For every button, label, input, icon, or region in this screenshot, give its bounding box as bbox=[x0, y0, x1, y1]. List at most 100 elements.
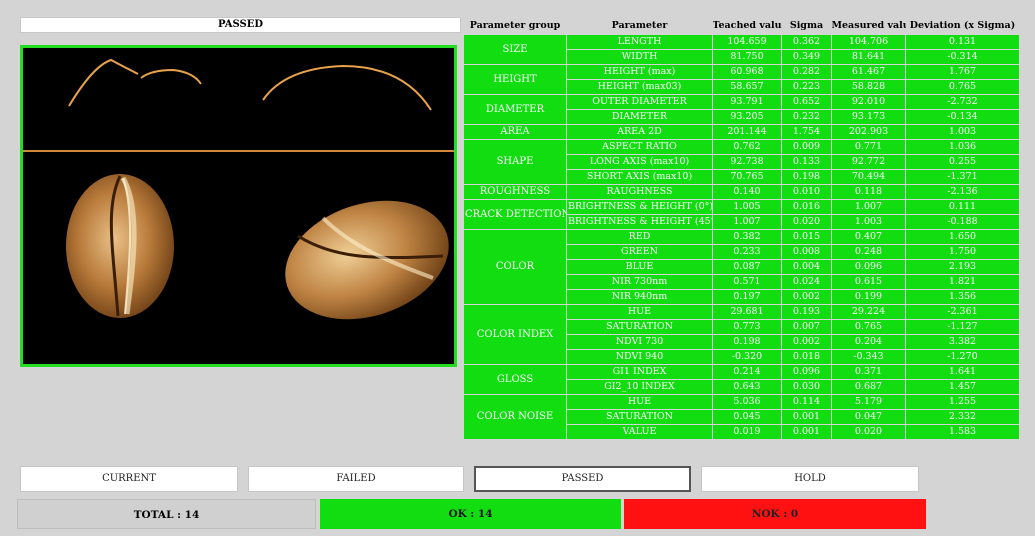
deviation-cell: 1.036 bbox=[905, 138, 1020, 155]
measured-cell: 0.371 bbox=[831, 363, 906, 380]
measured-cell: 81.641 bbox=[831, 48, 906, 65]
sigma-cell: 0.114 bbox=[781, 393, 832, 410]
param-cell: DIAMETER bbox=[566, 108, 713, 125]
measured-cell: 0.771 bbox=[831, 138, 906, 155]
measured-cell: 29.224 bbox=[831, 303, 906, 320]
measured-cell: 93.173 bbox=[831, 108, 906, 125]
sigma-cell: 0.282 bbox=[781, 63, 832, 80]
height-profile-view bbox=[23, 58, 454, 152]
measured-cell: 0.407 bbox=[831, 228, 906, 245]
inspection-image-panel bbox=[20, 45, 457, 367]
teached-cell: 81.750 bbox=[712, 48, 782, 65]
column-header: Parameter bbox=[566, 17, 713, 34]
teached-cell: 58.657 bbox=[712, 78, 782, 95]
parameter-group-cell: DIAMETER bbox=[463, 93, 567, 125]
teached-cell: 5.036 bbox=[712, 393, 782, 410]
measured-cell: 92.772 bbox=[831, 153, 906, 170]
measured-cell: 0.204 bbox=[831, 333, 906, 350]
sigma-cell: 0.010 bbox=[781, 183, 832, 200]
measured-cell: 1.007 bbox=[831, 198, 906, 215]
parameter-group-cell: SHAPE bbox=[463, 138, 567, 185]
parameter-group-cell: COLOR NOISE bbox=[463, 393, 567, 440]
sigma-cell: 0.652 bbox=[781, 93, 832, 110]
parameter-group-cell: ROUGHNESS bbox=[463, 183, 567, 200]
deviation-cell: -0.314 bbox=[905, 48, 1020, 65]
parameter-group-cell: COLOR INDEX bbox=[463, 303, 567, 365]
sigma-cell: 0.001 bbox=[781, 423, 832, 440]
param-cell: BLUE bbox=[566, 258, 713, 275]
measured-cell: -0.343 bbox=[831, 348, 906, 365]
sigma-cell: 0.009 bbox=[781, 138, 832, 155]
deviation-cell: -0.188 bbox=[905, 213, 1020, 230]
measured-cell: 70.494 bbox=[831, 168, 906, 185]
param-cell: HUE bbox=[566, 393, 713, 410]
deviation-cell: -1.270 bbox=[905, 348, 1020, 365]
bean-top-view bbox=[66, 174, 174, 318]
sigma-cell: 0.193 bbox=[781, 303, 832, 320]
deviation-cell: 3.382 bbox=[905, 333, 1020, 350]
param-cell: RED bbox=[566, 228, 713, 245]
deviation-cell: -1.127 bbox=[905, 318, 1020, 335]
deviation-cell: 0.765 bbox=[905, 78, 1020, 95]
teached-cell: 0.198 bbox=[712, 333, 782, 350]
param-cell: HEIGHT (max) bbox=[566, 63, 713, 80]
parameter-group-cell: SIZE bbox=[463, 33, 567, 65]
column-header: Measured value bbox=[831, 17, 906, 34]
table-row: ROUGHNESS RAUGHNESS 0.140 0.010 0.118 -2.136 bbox=[463, 183, 1020, 200]
deviation-cell: 1.457 bbox=[905, 378, 1020, 395]
sigma-cell: 0.030 bbox=[781, 378, 832, 395]
teached-cell: 0.773 bbox=[712, 318, 782, 335]
deviation-cell: -0.134 bbox=[905, 108, 1020, 125]
measured-cell: 0.687 bbox=[831, 378, 906, 395]
param-cell: HEIGHT (max03) bbox=[566, 78, 713, 95]
filter-passed-button[interactable]: PASSED bbox=[474, 466, 691, 492]
teached-cell: 29.681 bbox=[712, 303, 782, 320]
filter-current-button[interactable]: CURRENT bbox=[20, 466, 238, 492]
deviation-cell: -2.136 bbox=[905, 183, 1020, 200]
measured-cell: 61.467 bbox=[831, 63, 906, 80]
teached-cell: 93.791 bbox=[712, 93, 782, 110]
teached-cell: 0.762 bbox=[712, 138, 782, 155]
teached-cell: 0.045 bbox=[712, 408, 782, 425]
parameter-group-cell: CRACK DETECTION bbox=[463, 198, 567, 230]
param-cell: OUTER DIAMETER bbox=[566, 93, 713, 110]
param-cell: NDVI 730 bbox=[566, 333, 713, 350]
deviation-cell: -2.361 bbox=[905, 303, 1020, 320]
teached-cell: 60.968 bbox=[712, 63, 782, 80]
table-row: SIZE LENGTH 104.659 0.362 104.706 0.131 bbox=[463, 33, 1020, 65]
sigma-cell: 0.349 bbox=[781, 48, 832, 65]
parameter-table: Parameter group Parameter Teached value … bbox=[463, 17, 1020, 440]
sigma-cell: 0.002 bbox=[781, 288, 832, 305]
total-count: TOTAL : 14 bbox=[17, 499, 316, 529]
deviation-cell: 0.111 bbox=[905, 198, 1020, 215]
sigma-cell: 0.133 bbox=[781, 153, 832, 170]
sigma-cell: 0.198 bbox=[781, 168, 832, 185]
teached-cell: 0.233 bbox=[712, 243, 782, 260]
sigma-cell: 0.223 bbox=[781, 78, 832, 95]
parameter-group-cell: AREA bbox=[463, 123, 567, 140]
bean-angled-view bbox=[285, 200, 449, 320]
filter-failed-button[interactable]: FAILED bbox=[248, 466, 464, 492]
param-cell: LONG AXIS (max10) bbox=[566, 153, 713, 170]
measured-cell: 0.118 bbox=[831, 183, 906, 200]
param-cell: HUE bbox=[566, 303, 713, 320]
measured-cell: 5.179 bbox=[831, 393, 906, 410]
param-cell: SATURATION bbox=[566, 318, 713, 335]
filter-hold-button[interactable]: HOLD bbox=[701, 466, 919, 492]
deviation-cell: 1.003 bbox=[905, 123, 1020, 140]
deviation-cell: 1.255 bbox=[905, 393, 1020, 410]
deviation-cell: 2.332 bbox=[905, 408, 1020, 425]
inspection-status: PASSED bbox=[20, 17, 461, 33]
table-row: GLOSS GI1 INDEX 0.214 0.096 0.371 1.641 bbox=[463, 363, 1020, 395]
measured-cell: 0.765 bbox=[831, 318, 906, 335]
teached-cell: 0.140 bbox=[712, 183, 782, 200]
table-row: AREA AREA 2D 201.144 1.754 202.903 1.003 bbox=[463, 123, 1020, 140]
measured-cell: 58.828 bbox=[831, 78, 906, 95]
sigma-cell: 0.001 bbox=[781, 408, 832, 425]
param-cell: BRIGHTNESS & HEIGHT (0°) bbox=[566, 198, 713, 215]
column-header: Sigma bbox=[781, 17, 832, 34]
param-cell: SATURATION bbox=[566, 408, 713, 425]
param-cell: GI2_10 INDEX bbox=[566, 378, 713, 395]
measured-cell: 202.903 bbox=[831, 123, 906, 140]
column-header: Parameter group bbox=[463, 17, 567, 34]
